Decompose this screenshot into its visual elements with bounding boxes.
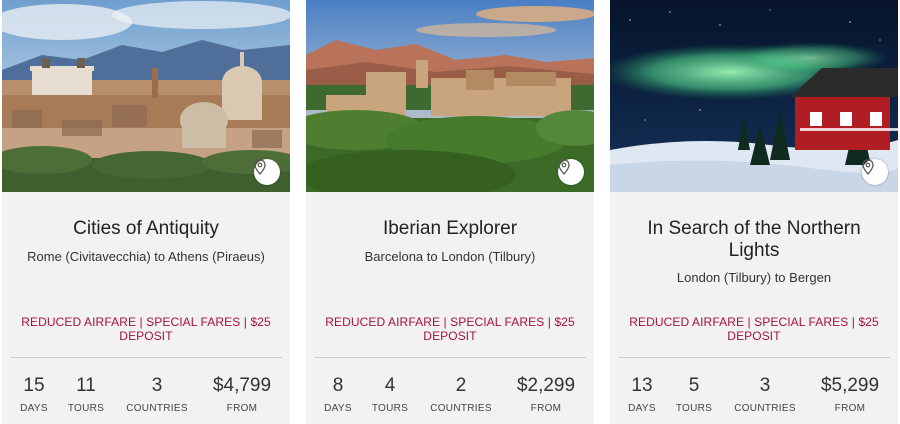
tour-title[interactable]: In Search of the Northern Lights	[624, 218, 884, 262]
tours-label: TOURS	[371, 403, 409, 414]
promo-offers-link[interactable]: REDUCED AIRFARE | SPECIAL FARES | $25 DE…	[14, 315, 278, 343]
tour-route: London (Tilbury) to Bergen	[676, 270, 832, 285]
price-label: FROM	[226, 403, 258, 414]
divider	[618, 357, 890, 358]
tour-card-northern-lights[interactable]: In Search of the Northern Lights London …	[610, 0, 898, 424]
tour-card-cities-of-antiquity[interactable]: Cities of Antiquity Rome (Civitavecchia)…	[2, 0, 290, 424]
tour-route: Rome (Civitavecchia) to Athens (Piraeus)	[27, 249, 265, 264]
stat-price: $5,299 FROM	[810, 375, 890, 415]
tour-card-body: In Search of the Northern Lights London …	[610, 192, 898, 424]
alhambra-photo[interactable]	[306, 0, 594, 192]
map-pin-button[interactable]	[254, 159, 280, 185]
divider	[314, 357, 586, 358]
stat-countries: 3 COUNTRIES	[730, 375, 800, 415]
countries-label: COUNTRIES	[126, 403, 188, 414]
days-value: 15	[23, 375, 45, 396]
tours-label: TOURS	[67, 403, 105, 414]
days-value: 13	[631, 375, 653, 396]
stat-countries: 2 COUNTRIES	[426, 375, 496, 415]
stat-days: 15 DAYS	[16, 375, 52, 415]
tour-card-iberian-explorer[interactable]: Iberian Explorer Barcelona to London (Ti…	[306, 0, 594, 424]
price-value: $2,299	[516, 375, 576, 396]
countries-value: 3	[759, 375, 771, 396]
stat-price: $2,299 FROM	[506, 375, 586, 415]
stat-tours: 4 TOURS	[370, 375, 410, 415]
tours-value: 11	[76, 375, 96, 396]
countries-value: 3	[151, 375, 163, 396]
countries-value: 2	[455, 375, 467, 396]
countries-label: COUNTRIES	[734, 403, 796, 414]
tours-label: TOURS	[675, 403, 713, 414]
tour-card-grid: Cities of Antiquity Rome (Civitavecchia)…	[0, 0, 900, 424]
stat-tours: 5 TOURS	[674, 375, 714, 415]
tour-route: Barcelona to London (Tilbury)	[364, 249, 536, 264]
tours-value: 5	[688, 375, 700, 396]
days-label: DAYS	[20, 403, 48, 414]
tour-title[interactable]: Iberian Explorer	[320, 218, 580, 240]
stat-days: 8 DAYS	[320, 375, 356, 415]
days-value: 8	[332, 375, 344, 396]
stat-days: 13 DAYS	[624, 375, 660, 415]
map-pin-button[interactable]	[558, 159, 584, 185]
stat-tours: 11 TOURS	[66, 375, 106, 415]
days-label: DAYS	[324, 403, 352, 414]
stat-countries: 3 COUNTRIES	[122, 375, 192, 415]
rome-skyline-photo[interactable]	[2, 0, 290, 192]
price-label: FROM	[834, 403, 866, 414]
northern-lights-photo[interactable]	[610, 0, 898, 192]
price-value: $4,799	[212, 375, 272, 396]
countries-label: COUNTRIES	[430, 403, 492, 414]
days-label: DAYS	[628, 403, 656, 414]
tour-title[interactable]: Cities of Antiquity	[16, 218, 276, 240]
stat-price: $4,799 FROM	[202, 375, 282, 415]
tour-card-body: Iberian Explorer Barcelona to London (Ti…	[306, 192, 594, 424]
price-value: $5,299	[820, 375, 880, 396]
promo-offers-link[interactable]: REDUCED AIRFARE | SPECIAL FARES | $25 DE…	[318, 315, 582, 343]
price-label: FROM	[530, 403, 562, 414]
tour-card-body: Cities of Antiquity Rome (Civitavecchia)…	[2, 192, 290, 424]
divider	[10, 357, 282, 358]
map-pin-button[interactable]	[862, 159, 888, 185]
tours-value: 4	[384, 375, 396, 396]
promo-offers-link[interactable]: REDUCED AIRFARE | SPECIAL FARES | $25 DE…	[622, 315, 886, 343]
